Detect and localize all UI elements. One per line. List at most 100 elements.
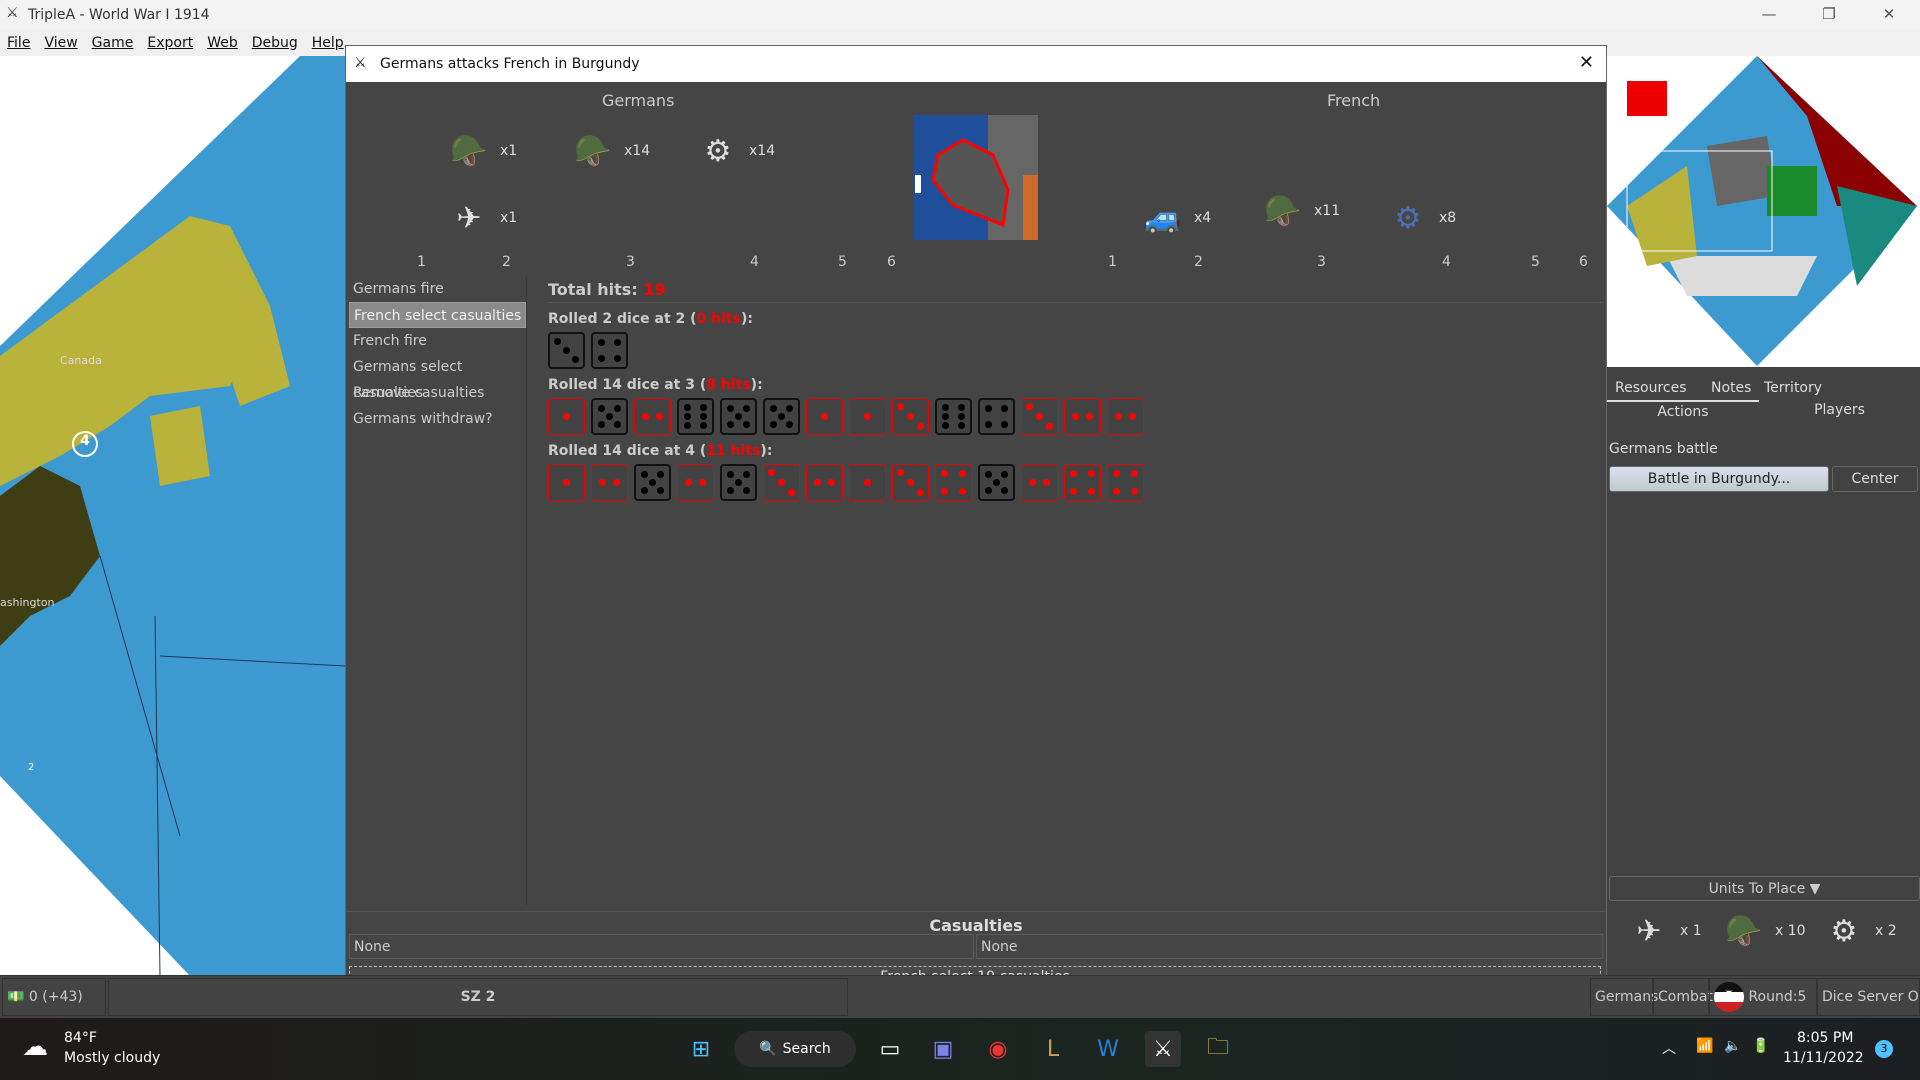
battle-in-burgundy-button[interactable]: Battle in Burgundy... <box>1609 466 1829 492</box>
tab-actions[interactable]: Actions <box>1607 400 1759 424</box>
artillery-icon: ⚙ <box>1830 913 1858 949</box>
die-pip <box>1001 421 1009 429</box>
tab-players[interactable]: Players <box>1759 402 1920 418</box>
menu-web[interactable]: Web <box>200 35 245 51</box>
roll-label: Rolled 2 dice at 2 (0 hits): <box>548 311 753 327</box>
die-pip <box>828 479 835 486</box>
attacker-name: Germans <box>602 91 675 110</box>
infantry-icon: 🪖 <box>574 133 612 169</box>
teams-icon[interactable]: ▣ <box>925 1031 961 1067</box>
units-to-place-toggle[interactable]: Units To Place ▼ <box>1609 876 1920 901</box>
weather-temp[interactable]: 84°F <box>64 1030 97 1046</box>
file-explorer-icon[interactable]: 🗀 <box>1200 1031 1236 1067</box>
unit-badge: 2 <box>28 762 35 773</box>
tab-territory[interactable]: Territory <box>1764 380 1822 396</box>
die-pip <box>786 404 794 412</box>
battle-icon: ⚔ <box>354 55 367 71</box>
step-item[interactable]: Germans select casualties <box>349 354 526 401</box>
die-hit <box>849 464 886 501</box>
step-item[interactable]: Germans fire <box>349 276 526 302</box>
total-hits: Total hits: 19 <box>548 280 1603 303</box>
die-pip <box>743 421 751 429</box>
die-pip <box>614 355 622 363</box>
clock-date[interactable]: 11/11/2022 <box>1783 1050 1864 1066</box>
attacker-unit: 🪖 x1 <box>442 131 517 171</box>
place-unit[interactable]: ⚙ x 2 <box>1817 911 1897 951</box>
die-miss <box>591 398 628 435</box>
die-pip <box>743 487 751 495</box>
column-number: 4 <box>1442 254 1451 270</box>
die-hit <box>892 464 929 501</box>
center-button[interactable]: Center <box>1832 466 1918 492</box>
die-pip <box>649 479 656 486</box>
die-pip <box>1072 413 1079 420</box>
place-unit[interactable]: ✈ x 1 <box>1622 911 1701 951</box>
menu-help[interactable]: Help <box>305 35 351 51</box>
battle-steps-list[interactable]: Germans fire French select casualties Fr… <box>349 276 527 906</box>
maximize-button[interactable]: ❐ <box>1800 0 1858 29</box>
die-pip <box>683 422 691 430</box>
close-window-button[interactable]: ✕ <box>1860 0 1918 29</box>
column-number: 3 <box>1317 254 1326 270</box>
task-view-icon[interactable]: ▭ <box>872 1031 908 1067</box>
status-bar: 💵 0 (+43) SZ 2 Germans Combat ✠ Round:5 … <box>0 975 1920 1018</box>
tab-resources[interactable]: Resources <box>1615 380 1687 396</box>
menu-game[interactable]: Game <box>85 35 141 51</box>
die-pip <box>958 403 966 411</box>
die-pip <box>814 479 821 486</box>
menu-debug[interactable]: Debug <box>245 35 305 51</box>
wifi-icon[interactable]: 📶 <box>1696 1038 1713 1054</box>
die-pip <box>563 479 570 486</box>
die-pip <box>1087 470 1095 478</box>
tab-notes[interactable]: Notes <box>1711 380 1751 396</box>
die-pip <box>1036 413 1043 420</box>
die-pip <box>1043 479 1050 486</box>
menu-file[interactable]: File <box>0 35 37 51</box>
die-pip <box>778 413 785 420</box>
die-pip <box>614 404 622 412</box>
minimap[interactable] <box>1607 56 1920 367</box>
menu-export[interactable]: Export <box>140 35 200 51</box>
die-hit <box>1107 398 1144 435</box>
round-indicator: ✠ Round:5 <box>1709 978 1817 1016</box>
die-hit <box>1064 398 1101 435</box>
die-pip <box>743 470 751 478</box>
dialog-title: Germans attacks French in Burgundy <box>380 56 640 72</box>
word-icon[interactable]: W <box>1090 1031 1126 1067</box>
column-number: 6 <box>887 254 896 270</box>
step-item[interactable]: French fire <box>349 328 526 354</box>
menu-view[interactable]: View <box>37 35 84 51</box>
die-pip <box>821 413 828 420</box>
step-item[interactable]: Germans withdraw? <box>349 406 526 432</box>
start-icon[interactable]: ⊞ <box>683 1031 719 1067</box>
triplea-icon[interactable]: ⚔ <box>1145 1031 1181 1067</box>
close-dialog-button[interactable]: ✕ <box>1579 52 1594 73</box>
step-item[interactable]: Remove casualties <box>349 380 526 406</box>
dice-row <box>548 332 1603 369</box>
die-pip <box>597 404 605 412</box>
volume-icon[interactable]: 🔈 <box>1724 1038 1741 1054</box>
place-unit[interactable]: 🪖 x 10 <box>1717 911 1805 951</box>
clock-time[interactable]: 8:05 PM <box>1797 1030 1853 1046</box>
league-icon[interactable]: L <box>1035 1031 1071 1067</box>
die-pip <box>642 413 649 420</box>
column-number: 2 <box>502 254 511 270</box>
weather-desc[interactable]: Mostly cloudy <box>64 1050 160 1066</box>
chevron-up-icon[interactable]: ︿ <box>1662 1038 1676 1058</box>
die-pip <box>1115 413 1122 420</box>
game-map[interactable]: Canada 4 ashington 2 <box>0 56 345 976</box>
dice-results: Total hits: 19 Rolled 2 dice at 2 (0 hit… <box>548 276 1603 501</box>
die-pip <box>726 487 734 495</box>
step-item-selected[interactable]: French select casualties <box>349 302 526 328</box>
attacker-unit: ⚙ x14 <box>691 131 776 171</box>
minimize-button[interactable]: — <box>1740 0 1798 29</box>
die-miss <box>634 464 671 501</box>
search-button[interactable]: 🔍 Search <box>734 1031 856 1067</box>
fighter-icon: ✈ <box>1636 913 1662 949</box>
chrome-icon[interactable]: ◉ <box>980 1031 1016 1067</box>
territory-marker[interactable]: 4 <box>72 431 98 457</box>
battery-icon[interactable]: 🔋 <box>1752 1038 1769 1054</box>
notification-badge[interactable]: 3 <box>1875 1040 1893 1058</box>
column-number: 1 <box>1108 254 1117 270</box>
dice-server-status: Dice Server On <box>1817 978 1920 1016</box>
